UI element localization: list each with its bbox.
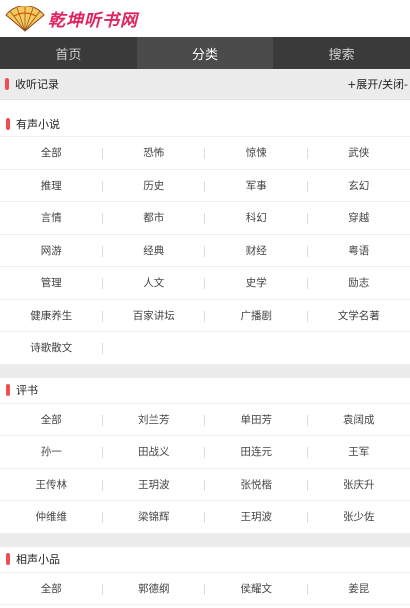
category-link[interactable]: 科幻 <box>205 202 308 235</box>
listen-history-bar: 收听记录 +展开/关闭- <box>0 69 410 100</box>
section-marker <box>5 78 9 90</box>
category-link[interactable]: 田连元 <box>205 436 308 469</box>
category-grid: 全部 刘兰芳 单田芳 袁阔成 孙一 田战义 田连元 王军 王传林 王玥波 张悦楷… <box>0 404 410 534</box>
category-link[interactable]: 言情 <box>0 202 103 235</box>
category-link[interactable]: 网游 <box>0 235 103 267</box>
category-link[interactable]: 王军 <box>307 436 410 469</box>
section-crosstalk: 相声小品 全部 郭德纲 侯耀文 姜昆 <box>0 546 410 605</box>
category-link[interactable]: 经典 <box>102 235 205 267</box>
category-link[interactable]: 刘兰芳 <box>102 404 205 436</box>
category-link[interactable]: 张悦楷 <box>205 469 308 501</box>
history-label: 收听记录 <box>15 78 59 91</box>
category-link[interactable]: 历史 <box>102 170 205 202</box>
category-link[interactable]: 恐怖 <box>102 137 205 170</box>
category-link[interactable]: 姜昆 <box>307 573 410 605</box>
category-link[interactable]: 诗歌散文 <box>0 332 103 365</box>
category-link[interactable]: 人文 <box>102 267 205 300</box>
category-link[interactable]: 仲维维 <box>0 501 103 534</box>
category-link[interactable]: 张庆升 <box>307 469 410 501</box>
empty-cell <box>102 332 205 365</box>
category-link[interactable]: 文学名著 <box>307 300 410 332</box>
category-link[interactable]: 军事 <box>205 170 308 202</box>
category-link[interactable]: 财经 <box>205 235 308 267</box>
category-link[interactable]: 史学 <box>205 267 308 300</box>
category-link[interactable]: 健康养生 <box>0 300 103 332</box>
nav-category[interactable]: 分类 <box>136 37 274 69</box>
category-link[interactable]: 侯耀文 <box>205 573 308 605</box>
spacer <box>0 100 410 111</box>
category-link[interactable]: 推理 <box>0 170 103 202</box>
category-link[interactable]: 全部 <box>0 137 103 170</box>
section-audio-novel: 有声小说 全部 恐怖 惊悚 武侠 推理 历史 军事 玄幻 言情 都市 科幻 穿越… <box>0 111 410 365</box>
category-link[interactable]: 武侠 <box>307 137 410 170</box>
category-link[interactable]: 都市 <box>102 202 205 235</box>
category-link[interactable]: 惊悚 <box>205 137 308 170</box>
header: 乾坤听书网 <box>0 0 410 37</box>
nav-home[interactable]: 首页 <box>0 37 137 69</box>
section-pingshu: 评书 全部 刘兰芳 单田芳 袁阔成 孙一 田战义 田连元 王军 王传林 王玥波 … <box>0 377 410 534</box>
history-toggle[interactable]: +展开/关闭- <box>347 76 408 92</box>
section-title: 评书 <box>16 384 38 397</box>
category-link[interactable]: 管理 <box>0 267 103 300</box>
section-header: 有声小说 <box>0 111 410 137</box>
section-title: 有声小说 <box>16 117 60 131</box>
category-link[interactable]: 梁锦辉 <box>102 501 205 534</box>
category-link[interactable]: 田战义 <box>102 436 205 469</box>
category-link[interactable]: 王玥波 <box>102 469 205 501</box>
category-grid: 全部 郭德纲 侯耀文 姜昆 <box>0 573 410 605</box>
empty-cell <box>205 332 308 365</box>
section-marker <box>6 553 10 565</box>
category-link[interactable]: 王玥波 <box>205 501 308 534</box>
section-divider <box>0 364 410 378</box>
empty-cell <box>307 332 410 365</box>
nav-search[interactable]: 搜索 <box>273 37 410 69</box>
main-nav: 首页 分类 搜索 <box>0 37 410 69</box>
section-divider <box>0 533 410 547</box>
category-link[interactable]: 广播剧 <box>205 300 308 332</box>
section-header: 评书 <box>0 378 410 404</box>
category-link[interactable]: 励志 <box>307 267 410 300</box>
site-logo[interactable]: 乾坤听书网 <box>4 5 138 32</box>
category-link[interactable]: 郭德纲 <box>102 573 205 605</box>
category-link[interactable]: 百家讲坛 <box>102 300 205 332</box>
category-link[interactable]: 孙一 <box>0 436 103 469</box>
section-marker <box>6 117 10 130</box>
category-link[interactable]: 张少佐 <box>307 501 410 534</box>
category-link[interactable]: 袁阔成 <box>307 404 410 436</box>
category-link[interactable]: 单田芳 <box>205 404 308 436</box>
category-grid: 全部 恐怖 惊悚 武侠 推理 历史 军事 玄幻 言情 都市 科幻 穿越 网游 经… <box>0 137 410 365</box>
section-marker <box>6 384 10 396</box>
category-link[interactable]: 全部 <box>0 404 103 436</box>
logo-text: 乾坤听书网 <box>48 11 138 31</box>
category-link[interactable]: 穿越 <box>307 202 410 235</box>
category-link[interactable]: 王传林 <box>0 469 103 501</box>
category-link[interactable]: 玄幻 <box>307 170 410 202</box>
section-title: 相声小品 <box>16 553 60 566</box>
category-link[interactable]: 粤语 <box>307 235 410 267</box>
fan-icon <box>5 5 45 32</box>
section-header: 相声小品 <box>0 547 410 573</box>
category-link[interactable]: 全部 <box>0 573 103 605</box>
